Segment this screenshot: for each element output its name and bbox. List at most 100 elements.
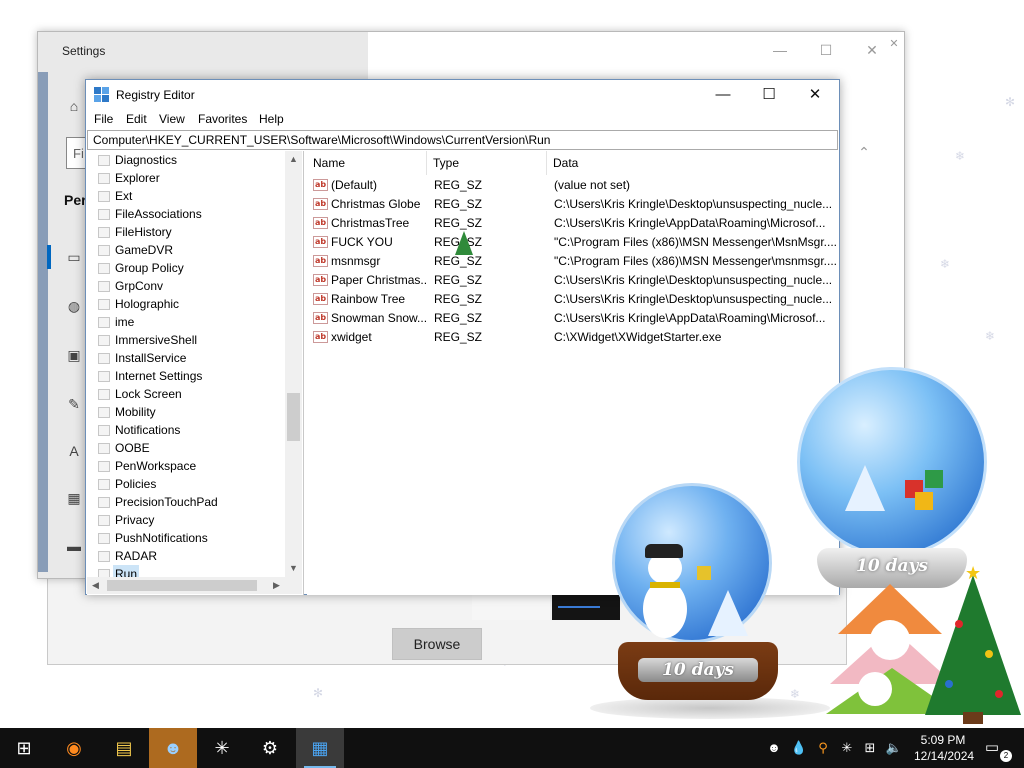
tree-item[interactable]: Internet Settings bbox=[87, 367, 285, 385]
tree-item-label: Holographic bbox=[115, 297, 180, 311]
small-snow-globe[interactable] bbox=[797, 367, 987, 557]
scroll-down-arrow-icon[interactable]: ▼ bbox=[285, 560, 302, 577]
column-header-name[interactable]: Name bbox=[307, 151, 427, 175]
maximize-button[interactable]: ☐ bbox=[746, 80, 792, 110]
large-snow-globe[interactable] bbox=[612, 483, 772, 643]
tree-trunk bbox=[963, 712, 983, 724]
menu-favorites[interactable]: Favorites bbox=[198, 112, 247, 126]
scrollbar-thumb[interactable] bbox=[107, 580, 257, 591]
start-icon[interactable]: ▦ bbox=[64, 488, 84, 508]
value-name: FUCK YOU bbox=[331, 235, 393, 249]
tree-item[interactable]: FileHistory bbox=[87, 223, 285, 241]
value-row[interactable]: ab Rainbow Tree REG_SZ C:\Users\Kris Kringl… bbox=[307, 290, 839, 309]
scroll-up-arrow-icon[interactable]: ▲ bbox=[285, 151, 302, 168]
start-button[interactable]: ⊞ bbox=[0, 728, 48, 768]
wallpaper-thumbnail[interactable] bbox=[552, 594, 620, 620]
scrollbar-thumb[interactable] bbox=[287, 393, 300, 441]
volume-muted-icon[interactable]: 🔈 bbox=[885, 738, 903, 758]
scroll-up-chevron-icon[interactable]: ⌃ bbox=[844, 140, 884, 164]
tree-item[interactable]: PenWorkspace bbox=[87, 457, 285, 475]
tray-search-icon[interactable]: ⚲ bbox=[814, 738, 832, 758]
tray-snowflake-icon[interactable]: ✳ bbox=[838, 738, 856, 758]
christmas-tree-icon[interactable] bbox=[925, 575, 1021, 715]
string-value-icon: ab bbox=[313, 274, 328, 286]
taskbar-icon[interactable]: ▬ bbox=[64, 536, 84, 556]
tree-item[interactable]: Lock Screen bbox=[87, 385, 285, 403]
tree-item[interactable]: Privacy bbox=[87, 511, 285, 529]
lock-screen-icon[interactable]: ▣ bbox=[64, 345, 84, 365]
tray-people-icon[interactable]: ☻ bbox=[765, 738, 783, 758]
tree-item[interactable]: GrpConv bbox=[87, 277, 285, 295]
taskbar-snowflake-app[interactable]: ✳ bbox=[198, 728, 246, 768]
tree-item[interactable]: ime bbox=[87, 313, 285, 331]
network-icon[interactable]: ⊞ bbox=[861, 738, 879, 758]
tray-droplet-icon[interactable]: 💧 bbox=[790, 738, 808, 758]
fonts-icon[interactable]: A bbox=[64, 441, 84, 461]
value-row[interactable]: ab (Default) REG_SZ (value not set) bbox=[307, 176, 839, 195]
tree-item-label: Notifications bbox=[115, 423, 181, 437]
tree-item[interactable]: GameDVR bbox=[87, 241, 285, 259]
home-icon[interactable]: ⌂ bbox=[64, 96, 84, 116]
folder-icon bbox=[98, 299, 110, 310]
value-row[interactable]: ab msnmsgr REG_SZ "C:\Program Files (x86)\M… bbox=[307, 252, 839, 271]
tree-item[interactable]: Holographic bbox=[87, 295, 285, 313]
colors-icon[interactable]: ◍ bbox=[64, 296, 84, 316]
column-header-type[interactable]: Type bbox=[427, 151, 547, 175]
menu-help[interactable]: Help bbox=[259, 112, 284, 126]
tree-item[interactable]: Group Policy bbox=[87, 259, 285, 277]
value-row[interactable]: ab ChristmasTree REG_SZ C:\Users\Kris Kring… bbox=[307, 214, 839, 233]
tree-item[interactable]: Ext bbox=[87, 187, 285, 205]
menu-edit[interactable]: Edit bbox=[126, 112, 147, 126]
tree-item-label: OOBE bbox=[115, 441, 150, 455]
value-type: REG_SZ bbox=[434, 235, 483, 249]
title-bar[interactable]: Registry Editor — ☐ ✕ bbox=[86, 80, 839, 110]
maximize-button[interactable]: ☐ bbox=[806, 38, 846, 62]
close-button[interactable]: ✕ bbox=[792, 80, 838, 110]
tree-item[interactable]: FileAssociations bbox=[87, 205, 285, 223]
tree-item[interactable]: ImmersiveShell bbox=[87, 331, 285, 349]
tree-item[interactable]: Explorer bbox=[87, 169, 285, 187]
tree-item[interactable]: Notifications bbox=[87, 421, 285, 439]
scroll-left-arrow-icon[interactable]: ◀ bbox=[87, 577, 104, 594]
system-clock[interactable]: 5:09 PM 12/14/2024 bbox=[914, 732, 974, 764]
value-row[interactable]: ab FUCK YOU REG_SZ "C:\Program Files (x86)\… bbox=[307, 233, 839, 252]
tree-item[interactable]: PushNotifications bbox=[87, 529, 285, 547]
taskbar-people-app[interactable]: ☻ bbox=[149, 728, 197, 768]
snowflake-icon: ✳ bbox=[214, 738, 230, 758]
settings-window-title: Settings bbox=[62, 44, 106, 58]
string-value-icon: ab bbox=[313, 217, 328, 229]
tree-item[interactable]: Policies bbox=[87, 475, 285, 493]
scroll-right-arrow-icon[interactable]: ▶ bbox=[268, 577, 285, 594]
tree-item[interactable]: RADAR bbox=[87, 547, 285, 565]
value-row[interactable]: ab xwidget REG_SZ C:\XWidget\XWidgetStarter… bbox=[307, 328, 839, 347]
tree-horizontal-scrollbar[interactable]: ◀ ▶ bbox=[87, 577, 285, 594]
folder-icon bbox=[98, 497, 110, 508]
themes-icon[interactable]: ✎ bbox=[64, 394, 84, 414]
tree-item[interactable]: OOBE bbox=[87, 439, 285, 457]
wallpaper-thumbnails[interactable] bbox=[472, 594, 620, 620]
windows-logo-icon: ⊞ bbox=[16, 738, 32, 758]
taskbar-settings[interactable]: ⚙ bbox=[246, 728, 294, 768]
minimize-icon bbox=[760, 38, 800, 62]
address-bar[interactable]: Computer\HKEY_CURRENT_USER\Software\Micr… bbox=[87, 130, 838, 150]
tree-item[interactable]: Mobility bbox=[87, 403, 285, 421]
column-header-data[interactable]: Data bbox=[547, 151, 837, 175]
value-row[interactable]: ab Paper Christmas... REG_SZ C:\Users\Kris … bbox=[307, 271, 839, 290]
taskbar-file-explorer[interactable]: ▤ bbox=[100, 728, 148, 768]
tree-item[interactable]: Diagnostics bbox=[87, 151, 285, 169]
menu-view[interactable]: View bbox=[159, 112, 185, 126]
tree-vertical-scrollbar[interactable]: ▲ ▼ bbox=[285, 151, 302, 577]
string-value-icon: ab bbox=[313, 255, 328, 267]
browse-button[interactable]: Browse bbox=[392, 628, 482, 660]
tree-item[interactable]: PrecisionTouchPad bbox=[87, 493, 285, 511]
value-row[interactable]: ab Snowman Snow... REG_SZ C:\Users\Kris Kri… bbox=[307, 309, 839, 328]
wallpaper-thumbnail[interactable] bbox=[472, 594, 550, 620]
tree-item[interactable]: InstallService bbox=[87, 349, 285, 367]
background-icon[interactable]: ▭ bbox=[64, 247, 84, 267]
minimize-button[interactable]: — bbox=[700, 80, 746, 110]
taskbar-firefox[interactable]: ◉ bbox=[50, 728, 98, 768]
taskbar-registry-editor[interactable]: ▦ bbox=[296, 728, 344, 768]
notification-center-icon[interactable]: ▭ bbox=[982, 738, 1002, 758]
value-row[interactable]: ab Christmas Globe REG_SZ C:\Users\Kris Kri… bbox=[307, 195, 839, 214]
menu-file[interactable]: File bbox=[94, 112, 113, 126]
